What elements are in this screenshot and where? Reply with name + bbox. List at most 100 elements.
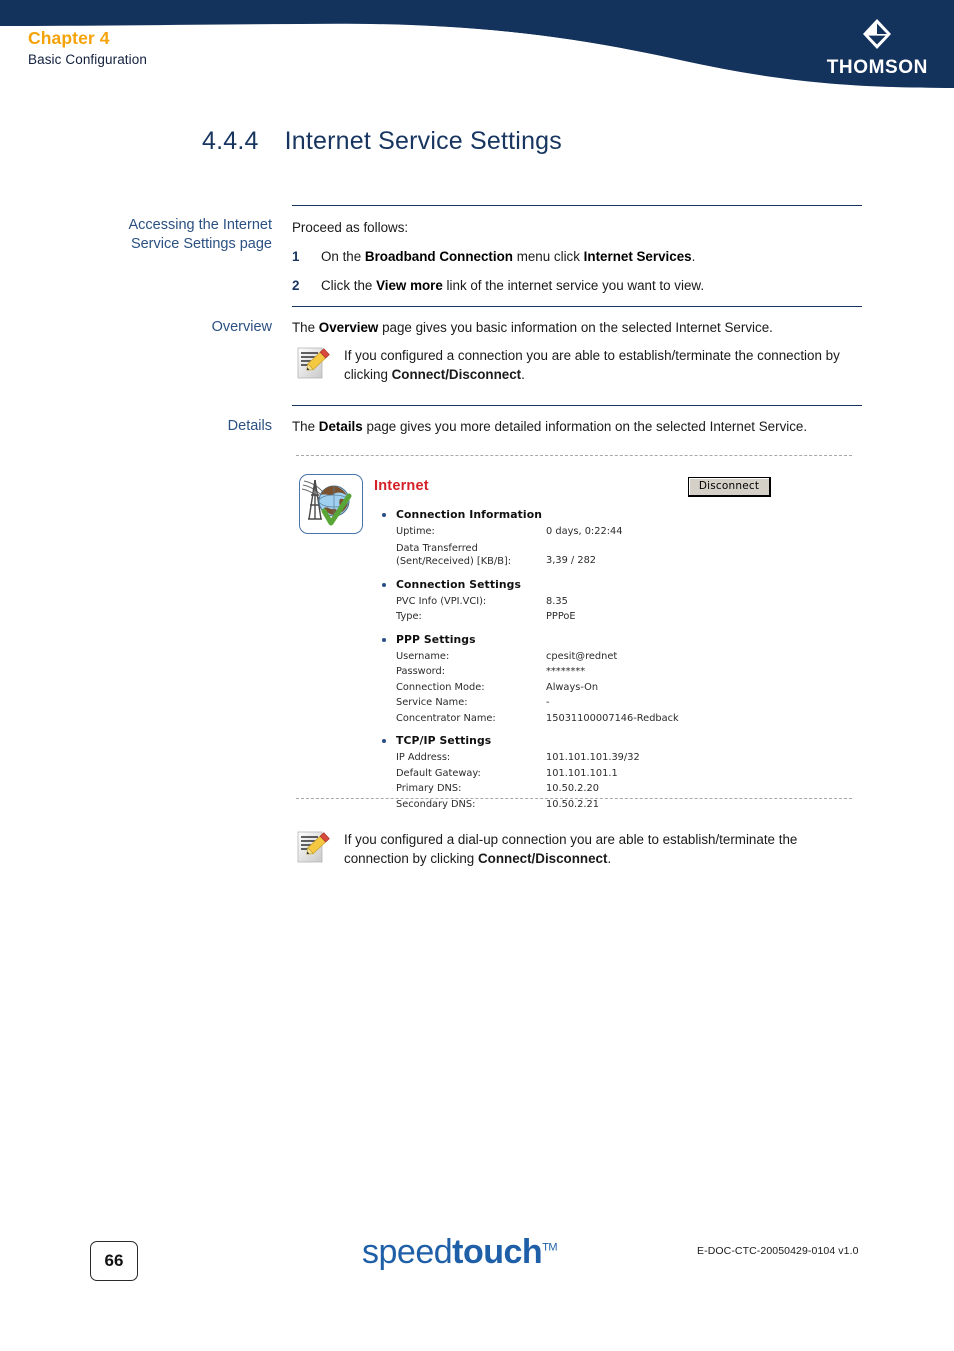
chapter-block: Chapter 4 Basic Configuration bbox=[28, 28, 147, 68]
group-heading: PPP Settings bbox=[380, 633, 850, 646]
details-body: The Details page gives you more detailed… bbox=[292, 417, 864, 437]
row-type: Type: PPPoE bbox=[380, 610, 850, 624]
row-key: Connection Mode: bbox=[396, 681, 485, 693]
step-2-number: 2 bbox=[292, 278, 300, 294]
side-label-accessing: Accessing the Internet Service Settings … bbox=[80, 216, 272, 254]
row-data-transferred: Data Transferred (Sent/Received) [KB/B]:… bbox=[380, 542, 850, 569]
row-value: 101.101.101.39/32 bbox=[546, 752, 640, 764]
page-title: 4.4.4 Internet Service Settings bbox=[202, 127, 562, 156]
row-value: Always-On bbox=[546, 681, 599, 693]
step-1: 1 On the Broadband Connection menu click… bbox=[292, 247, 864, 267]
row-value: 10.50.2.20 bbox=[546, 783, 599, 795]
step-1-text: On the Broadband Connection menu click I… bbox=[321, 249, 696, 265]
group-heading-text: PPP Settings bbox=[396, 632, 476, 646]
row-key: Primary DNS: bbox=[396, 783, 462, 795]
row-key: Concentrator Name: bbox=[396, 712, 496, 724]
row-value: 15031100007146-Redback bbox=[546, 712, 679, 724]
row-key: Service Name: bbox=[396, 697, 468, 709]
row-key: Data Transferred (Sent/Received) [KB/B]: bbox=[396, 542, 512, 568]
row-value: 0 days, 0:22:44 bbox=[546, 526, 623, 537]
group-heading: TCP/IP Settings bbox=[380, 734, 850, 747]
thomson-logo: THOMSON bbox=[827, 18, 928, 79]
side-label-accessing-l2: Service Settings page bbox=[130, 236, 272, 253]
group-heading-text: TCP/IP Settings bbox=[396, 734, 492, 748]
internet-globe-antenna-check-icon bbox=[299, 474, 363, 534]
row-service-name: Service Name: - bbox=[380, 696, 850, 710]
row-key: Uptime: bbox=[396, 526, 435, 537]
note-pencil-icon bbox=[295, 346, 333, 380]
row-username: Username: cpesit@rednet bbox=[380, 650, 850, 664]
side-label-accessing-l1: Accessing the Internet bbox=[128, 217, 272, 233]
overview-body: The Overview page gives you basic inform… bbox=[292, 318, 864, 338]
speedtouch-logo-tm: TM bbox=[542, 1241, 558, 1254]
chapter-subtitle: Basic Configuration bbox=[28, 51, 147, 67]
page-number-badge: 66 bbox=[90, 1241, 138, 1281]
row-key: Default Gateway: bbox=[396, 767, 481, 779]
side-label-details: Details bbox=[227, 418, 272, 434]
row-value: cpesit@rednet bbox=[546, 650, 618, 662]
details-text: The Details page gives you more detailed… bbox=[292, 419, 808, 434]
group-connection-settings: Connection Settings PVC Info (VPI.VCI): … bbox=[380, 578, 850, 624]
speedtouch-logo: speedtouchTM bbox=[362, 1233, 558, 1272]
overview-text: The Overview page gives you basic inform… bbox=[292, 320, 773, 335]
screenshot-service-title: Internet bbox=[374, 478, 429, 494]
row-value: 10.50.2.21 bbox=[546, 798, 599, 810]
thomson-mark-icon bbox=[860, 19, 894, 54]
row-primary-dns: Primary DNS: 10.50.2.20 bbox=[380, 782, 850, 796]
row-concentrator-name: Concentrator Name: 15031100007146-Redbac… bbox=[380, 712, 850, 726]
note-details-text: If you configured a dial-up connection y… bbox=[344, 832, 798, 867]
row-uptime: Uptime: 0 days, 0:22:44 bbox=[380, 525, 850, 540]
step-2: 2 Click the View more link of the intern… bbox=[292, 276, 864, 296]
divider-details bbox=[292, 405, 862, 406]
step-1-number: 1 bbox=[292, 249, 300, 265]
chapter-title: Chapter 4 bbox=[28, 28, 110, 48]
bullet-icon bbox=[382, 739, 386, 744]
screenshot-top-dashed-rule bbox=[296, 455, 852, 456]
row-key: Username: bbox=[396, 650, 450, 662]
side-label-overview: Overview bbox=[211, 319, 272, 335]
section-number: 4.4.4 bbox=[202, 127, 259, 155]
document-code: E-DOC-CTC-20050429-0104 v1.0 bbox=[697, 1245, 859, 1257]
internet-details-screenshot: Internet Disconnect Connection Informati… bbox=[296, 455, 858, 810]
step-2-text: Click the View more link of the internet… bbox=[321, 278, 705, 294]
note-overview-text: If you configured a connection you are a… bbox=[344, 348, 840, 383]
group-heading-text: Connection Settings bbox=[396, 577, 522, 591]
group-heading-text: Connection Information bbox=[396, 508, 543, 521]
bullet-icon bbox=[382, 582, 386, 587]
speedtouch-logo-heavy: touch bbox=[452, 1233, 543, 1271]
group-heading: Connection Settings bbox=[380, 578, 850, 591]
bullet-icon bbox=[382, 513, 386, 517]
screenshot-settings-groups: Connection Information Uptime: 0 days, 0… bbox=[380, 508, 850, 820]
group-heading: Connection Information bbox=[380, 508, 850, 521]
screenshot-body: Internet Disconnect Connection Informati… bbox=[296, 466, 858, 810]
group-ppp-settings: PPP Settings Username: cpesit@rednet Pas… bbox=[380, 633, 850, 726]
row-secondary-dns: Secondary DNS: 10.50.2.21 bbox=[380, 798, 850, 812]
row-value: 3,39 / 282 bbox=[546, 555, 597, 567]
row-pvc-info: PVC Info (VPI.VCI): 8.35 bbox=[380, 595, 850, 609]
group-connection-information: Connection Information Uptime: 0 days, 0… bbox=[380, 508, 850, 569]
row-password: Password: ******** bbox=[380, 665, 850, 679]
note-pencil-icon bbox=[295, 830, 333, 864]
row-key: Type: bbox=[396, 611, 422, 623]
speedtouch-logo-light: speed bbox=[362, 1233, 453, 1271]
divider-overview bbox=[292, 306, 862, 307]
thomson-wordmark: THOMSON bbox=[826, 57, 928, 78]
accessing-intro: Proceed as follows: bbox=[292, 220, 409, 235]
row-value: 101.101.101.1 bbox=[546, 767, 618, 779]
note-details: If you configured a dial-up connection y… bbox=[292, 830, 864, 868]
group-tcpip-settings: TCP/IP Settings IP Address: 101.101.101.… bbox=[380, 734, 850, 811]
row-key: Secondary DNS: bbox=[396, 798, 476, 810]
row-key: PVC Info (VPI.VCI): bbox=[396, 595, 487, 607]
row-connection-mode: Connection Mode: Always-On bbox=[380, 681, 850, 695]
accessing-body: Proceed as follows: 1 On the Broadband C… bbox=[292, 218, 864, 296]
section-title-text: Internet Service Settings bbox=[284, 127, 562, 155]
row-value: ******** bbox=[546, 666, 586, 678]
row-ip-address: IP Address: 101.101.101.39/32 bbox=[380, 751, 850, 765]
disconnect-button[interactable]: Disconnect bbox=[688, 477, 771, 497]
row-key: Password: bbox=[396, 666, 446, 678]
note-overview: If you configured a connection you are a… bbox=[292, 346, 864, 384]
row-value: PPPoE bbox=[546, 611, 576, 623]
divider-top bbox=[292, 205, 862, 206]
row-value: 8.35 bbox=[546, 595, 568, 607]
row-value: - bbox=[546, 697, 550, 709]
